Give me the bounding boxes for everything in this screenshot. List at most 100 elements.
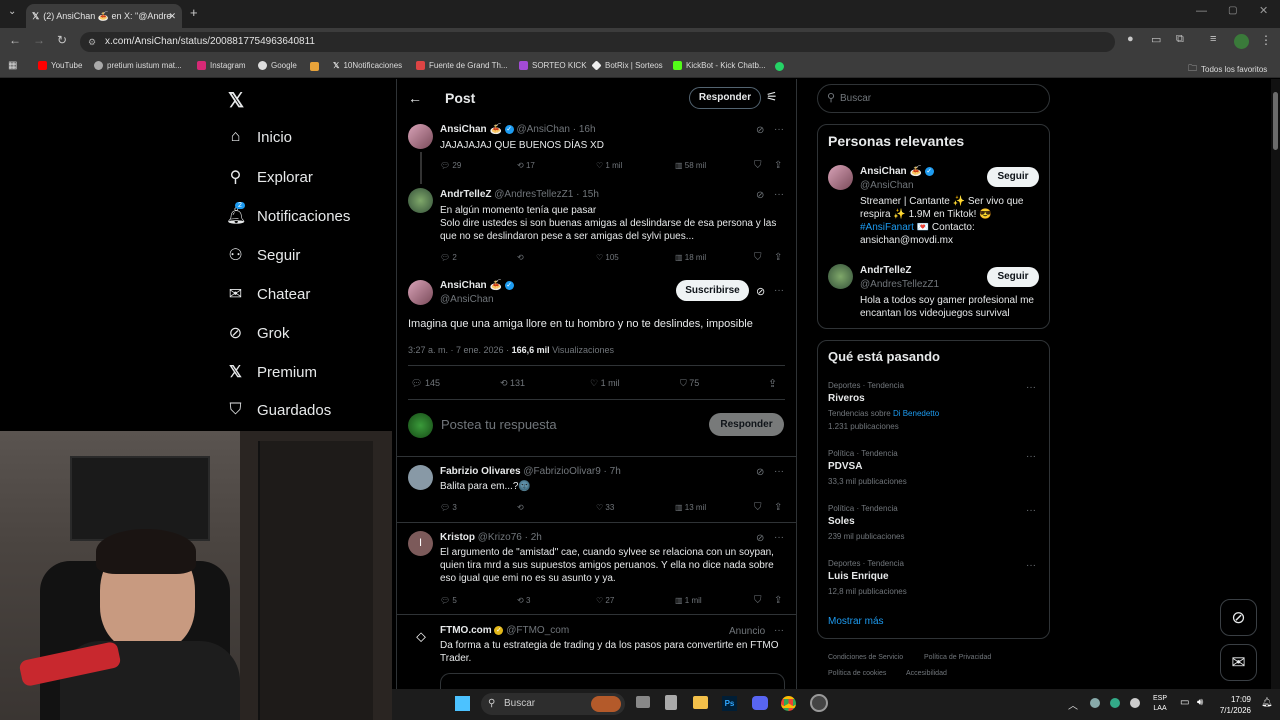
extension2-icon[interactable]: ▭	[1151, 33, 1161, 46]
whatsapp-icon[interactable]	[775, 62, 784, 71]
avatar[interactable]: I	[408, 531, 433, 556]
share-icon[interactable]: ⇪	[774, 502, 782, 513]
user-handle[interactable]: @AnsiChan	[860, 180, 914, 191]
reply-submit-button[interactable]: Responder	[709, 413, 784, 436]
hashtag-link[interactable]: #AnsiFanart	[860, 222, 914, 233]
messages-float-button[interactable]: ✉	[1220, 644, 1257, 681]
retweet-count[interactable]: ⟲ 3	[517, 596, 530, 605]
bookmark-botrix[interactable]: BotRix | Sorteos	[591, 60, 663, 71]
user-handle[interactable]: @FabrizioOlivar9 · 7h	[523, 466, 620, 477]
tab-list-icon[interactable]: ⌄	[8, 6, 16, 17]
nav-explore[interactable]: ⚲ Explorar	[226, 167, 313, 187]
user-name[interactable]: Fabrizio Olivares	[440, 466, 521, 477]
trend-name[interactable]: Riveros	[828, 393, 865, 404]
windows-start-icon[interactable]	[455, 696, 470, 711]
subscribe-button[interactable]: Suscribirse	[676, 280, 749, 301]
avatar[interactable]	[828, 165, 853, 190]
ftmo-logo-icon[interactable]: ⬦	[411, 628, 431, 648]
user-name[interactable]: AndrTelleZ	[440, 189, 491, 200]
x-logo-icon[interactable]: 𝕏	[228, 88, 244, 113]
more-icon[interactable]: ···	[774, 625, 784, 636]
clock[interactable]: 17:09 7/1/2026	[1213, 694, 1251, 716]
user-name[interactable]: FTMO.com	[440, 625, 492, 636]
bookmark-all-favorites[interactable]: 🗀 Todos los favoritos	[1188, 61, 1267, 77]
bookmark-icon[interactable]: ⛉	[754, 160, 762, 171]
follow-button[interactable]: Seguir	[987, 267, 1039, 287]
views-count[interactable]: ▥ 18 mil	[675, 253, 706, 262]
bookmark-count[interactable]: ⛉ 75	[680, 378, 699, 389]
reply-count[interactable]: 💬︎ 145	[411, 378, 440, 389]
app-icon[interactable]	[665, 695, 677, 710]
more-icon[interactable]: ···	[774, 124, 784, 135]
avatar[interactable]	[408, 280, 433, 305]
like-count[interactable]: ♡ 1 mil	[590, 378, 620, 389]
discord-icon[interactable]	[752, 696, 768, 710]
photoshop-icon[interactable]: Ps	[722, 696, 737, 711]
maximize-icon[interactable]: ▢	[1228, 5, 1237, 16]
trend-name[interactable]: Luis Enrique	[828, 571, 889, 582]
more-icon[interactable]: ···	[774, 532, 784, 543]
grok-float-button[interactable]: ⊘	[1220, 599, 1257, 636]
file-explorer-icon[interactable]	[693, 696, 708, 709]
bookmark-icon[interactable]: ⛉	[754, 595, 762, 606]
avatar[interactable]	[408, 124, 433, 149]
bookmark-instagram[interactable]: Instagram	[197, 61, 246, 70]
grok-icon[interactable]: ⊘	[756, 125, 764, 136]
colorful-icon[interactable]	[310, 62, 319, 71]
trend-more-icon[interactable]: ···	[1026, 560, 1036, 571]
new-tab-icon[interactable]: +	[190, 5, 198, 20]
tray-chevron-icon[interactable]: ︿	[1068, 697, 1078, 712]
nav-home[interactable]: ⌂ Inicio	[226, 128, 292, 146]
follow-button[interactable]: Seguir	[987, 167, 1039, 187]
task-view-icon[interactable]	[636, 696, 650, 708]
retweet-count[interactable]: ⟲ 17	[517, 161, 535, 170]
avatar[interactable]	[828, 264, 853, 289]
tab-close-icon[interactable]: ✕	[168, 11, 176, 22]
nav-follow[interactable]: ⚇ Seguir	[226, 245, 300, 265]
share-icon[interactable]: ⇪	[774, 160, 782, 171]
share-icon[interactable]: ⇪	[774, 595, 782, 606]
reply-input[interactable]: Postea tu respuesta	[441, 417, 557, 432]
minimize-icon[interactable]: —	[1196, 5, 1207, 17]
like-count[interactable]: ♡ 1 mil	[596, 161, 622, 170]
chrome-icon[interactable]	[781, 696, 796, 711]
bookmark-google[interactable]: Google	[258, 61, 297, 70]
trend-related-link[interactable]: Di Benedetto	[893, 409, 939, 418]
tray-app3-icon[interactable]	[1130, 698, 1140, 708]
trend-more-icon[interactable]: ···	[1026, 382, 1036, 393]
ad-media[interactable]	[440, 673, 785, 689]
footer-link[interactable]: Accesibilidad	[906, 670, 947, 677]
window-close-icon[interactable]: ✕	[1259, 4, 1268, 17]
avatar[interactable]	[408, 465, 433, 490]
filter-sliders-icon[interactable]: ⚟	[766, 89, 778, 105]
scrollbar-thumb[interactable]	[1273, 92, 1278, 150]
trend-name[interactable]: PDVSA	[828, 461, 862, 472]
bookmark-icon[interactable]: ⛉	[754, 252, 762, 263]
nav-premium[interactable]: 𝕏 Premium	[226, 362, 317, 382]
user-handle[interactable]: @Krizo76 · 2h	[478, 532, 542, 543]
like-count[interactable]: ♡ 33	[596, 503, 614, 512]
bookmark-pretium[interactable]: pretium iustum mat...	[94, 61, 182, 70]
more-icon[interactable]: ···	[774, 285, 784, 296]
trend-name[interactable]: Soles	[828, 516, 855, 527]
reply-count[interactable]: 💬︎ 5	[440, 596, 457, 605]
volume-icon[interactable]: 🔊︎	[1197, 697, 1203, 708]
trend-more-icon[interactable]: ···	[1026, 505, 1036, 516]
post-time[interactable]: 3:27 a. m. · 7 ene. 2026 ·	[408, 345, 512, 355]
more-icon[interactable]: ···	[774, 189, 784, 200]
user-handle[interactable]: @AnsiChan	[440, 294, 494, 305]
user-name[interactable]: Kristop	[440, 532, 475, 543]
media-icon[interactable]: ≡	[1210, 33, 1216, 45]
bookmark-youtube[interactable]: YouTube	[38, 61, 82, 70]
site-info-icon[interactable]: ⚙	[88, 32, 96, 52]
avatar[interactable]	[408, 188, 433, 213]
retweet-count[interactable]: ⟲ 131	[500, 378, 525, 389]
menu-dots-icon[interactable]: ⋮	[1260, 33, 1272, 47]
taskbar-search[interactable]: ⚲ Buscar	[481, 693, 625, 715]
bookmark-kickbot[interactable]: KickBot - Kick Chatb...	[673, 61, 766, 70]
browser-tab[interactable]: 𝕏 (2) AnsiChan 🍝 en X: "@Andre ✕	[26, 4, 182, 28]
footer-link[interactable]: Condiciones de Servicio	[828, 654, 903, 661]
share-icon[interactable]: ⇪	[768, 377, 777, 390]
search-input[interactable]: ⚲ Buscar	[817, 84, 1050, 113]
grok-icon[interactable]: ⊘	[756, 285, 765, 298]
